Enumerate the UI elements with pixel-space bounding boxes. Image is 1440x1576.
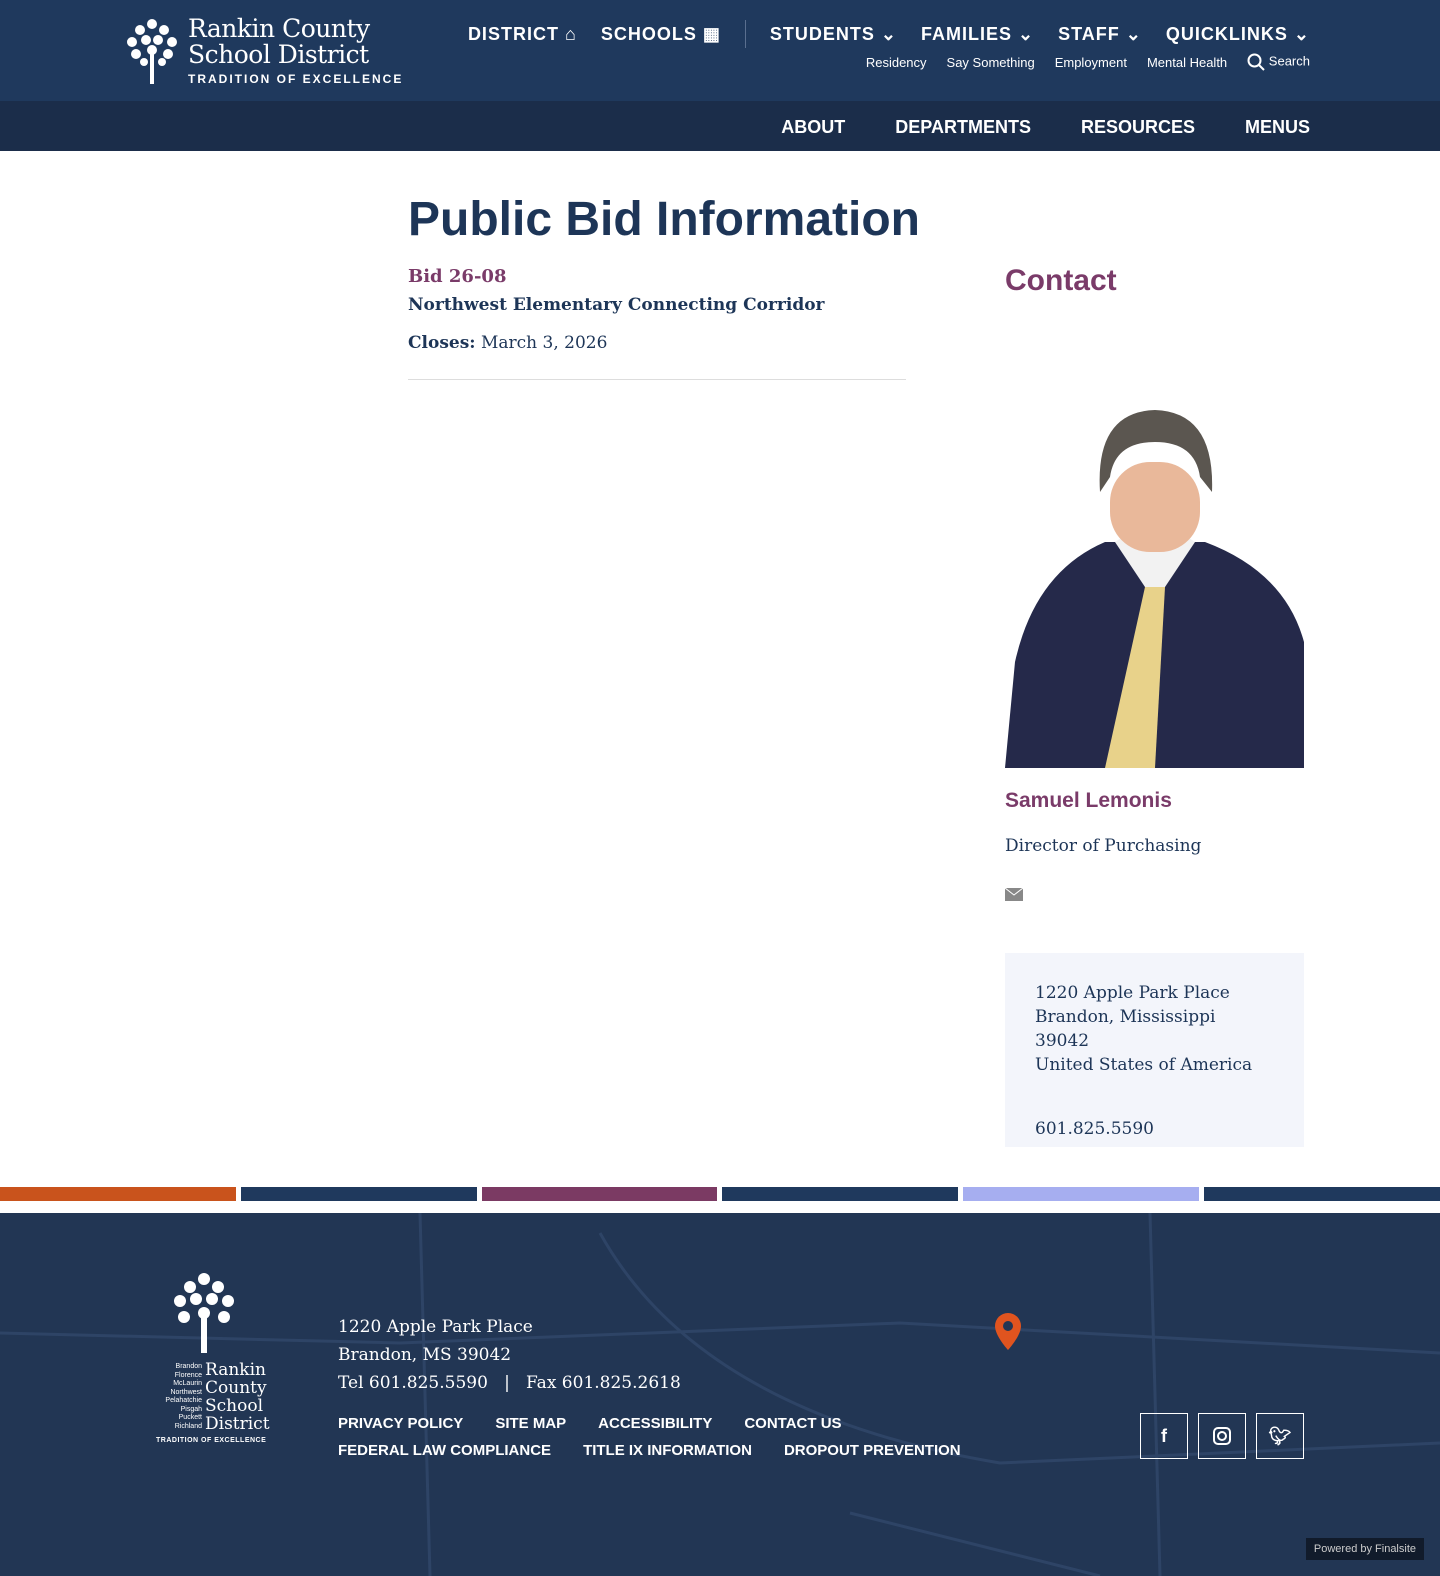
chevron-down-icon: ⌄: [1125, 23, 1142, 44]
contact-name: Samuel Lemonis: [1005, 789, 1172, 812]
logo-tagline: TRADITION OF EXCELLENCE: [188, 72, 404, 86]
nav-divider: [744, 20, 746, 48]
link-privacy-policy[interactable]: PRIVACY POLICY: [338, 1415, 463, 1432]
chevron-down-icon: ⌄: [1018, 23, 1035, 44]
nav-staff[interactable]: STAFF ⌄: [1058, 24, 1142, 45]
page-title: Public Bid Information: [408, 193, 920, 246]
search-button[interactable]: Search: [1247, 53, 1310, 71]
contact-photo: [1005, 402, 1304, 768]
stripe: [1204, 1187, 1440, 1201]
powered-by[interactable]: Powered by Finalsite: [1305, 1538, 1424, 1560]
tree-icon: [174, 1273, 234, 1353]
footer-links: PRIVACY POLICY SITE MAP ACCESSIBILITY CO…: [338, 1415, 1078, 1459]
social-links: f 🐦︎: [1140, 1413, 1304, 1459]
link-say-something[interactable]: Say Something: [947, 55, 1035, 70]
home-icon: ⌂: [564, 23, 577, 44]
divider: [408, 379, 906, 380]
link-employment[interactable]: Employment: [1055, 55, 1127, 70]
stripe: [722, 1187, 959, 1201]
logo-line2: School District: [188, 40, 369, 69]
link-residency[interactable]: Residency: [866, 55, 927, 70]
nav-district[interactable]: DISTRICT ⌂: [468, 24, 577, 45]
link-mental-health[interactable]: Mental Health: [1147, 55, 1227, 70]
link-accessibility[interactable]: ACCESSIBILITY: [598, 1415, 712, 1432]
facebook-button[interactable]: f: [1140, 1413, 1188, 1459]
contact-phone[interactable]: 601.825.5590: [1035, 1117, 1274, 1141]
envelope-icon: [1004, 887, 1024, 901]
color-stripes: [0, 1187, 1440, 1201]
secondary-nav: ABOUT DEPARTMENTS RESOURCES MENUS: [781, 117, 1310, 138]
utility-nav: Residency Say Something Employment Menta…: [866, 53, 1310, 71]
instagram-icon: [1213, 1427, 1231, 1445]
link-contact-us[interactable]: CONTACT US: [744, 1415, 841, 1432]
bid-name: Northwest Elementary Connecting Corridor: [408, 295, 825, 315]
instagram-button[interactable]: [1198, 1413, 1246, 1459]
stripe: [0, 1187, 236, 1201]
nav-menus[interactable]: MENUS: [1245, 117, 1310, 138]
footer-address: 1220 Apple Park Place Brandon, MS 39042 …: [338, 1317, 681, 1393]
tree-icon: [127, 19, 177, 84]
stripe: [963, 1187, 1200, 1201]
facebook-icon: f: [1161, 1425, 1167, 1446]
contact-heading: Contact: [1005, 264, 1117, 297]
nav-about[interactable]: ABOUT: [781, 117, 845, 138]
chevron-down-icon: ⌄: [1293, 23, 1310, 44]
link-federal-law[interactable]: FEDERAL LAW COMPLIANCE: [338, 1442, 551, 1459]
main-nav: DISTRICT ⌂ SCHOOLS ▦ STUDENTS ⌄ FAMILIES…: [468, 20, 1310, 48]
twitter-button[interactable]: 🐦︎: [1256, 1413, 1304, 1459]
nav-students[interactable]: STUDENTS ⌄: [770, 24, 897, 45]
nav-schools[interactable]: SCHOOLS ▦: [601, 24, 721, 45]
link-title-ix[interactable]: TITLE IX INFORMATION: [583, 1442, 752, 1459]
link-dropout-prevention[interactable]: DROPOUT PREVENTION: [784, 1442, 961, 1459]
twitter-icon: 🐦︎: [1268, 1425, 1292, 1446]
nav-families[interactable]: FAMILIES ⌄: [921, 24, 1034, 45]
search-icon: [1247, 53, 1265, 71]
nav-resources[interactable]: RESOURCES: [1081, 117, 1195, 138]
stripe: [240, 1187, 477, 1201]
contact-address-card: 1220 Apple Park Place Brandon, Mississip…: [1005, 953, 1304, 1147]
bid-number: Bid 26-08: [408, 266, 507, 287]
bid-closes: Closes: March 3, 2026: [408, 333, 608, 353]
email-button[interactable]: [1004, 887, 1024, 906]
link-site-map[interactable]: SITE MAP: [495, 1415, 566, 1432]
site-header: Rankin County School District TRADITION O…: [0, 0, 1440, 101]
school-icon: ▦: [702, 23, 721, 44]
nav-quicklinks[interactable]: QUICKLINKS ⌄: [1166, 24, 1310, 45]
stripe: [481, 1187, 718, 1201]
nav-departments[interactable]: DEPARTMENTS: [895, 117, 1031, 138]
secondary-nav-bar: ABOUT DEPARTMENTS RESOURCES MENUS: [0, 101, 1440, 151]
site-footer: Brandon Florence McLaurin Northwest Pelahatc…: [0, 1213, 1440, 1576]
footer-logo[interactable]: Brandon Florence McLaurin Northwest Pelahatc…: [156, 1271, 272, 1444]
logo-line1: Rankin County: [188, 14, 370, 43]
map-pin-icon: [995, 1313, 1021, 1350]
chevron-down-icon: ⌄: [880, 23, 897, 44]
contact-title: Director of Purchasing: [1005, 836, 1202, 856]
